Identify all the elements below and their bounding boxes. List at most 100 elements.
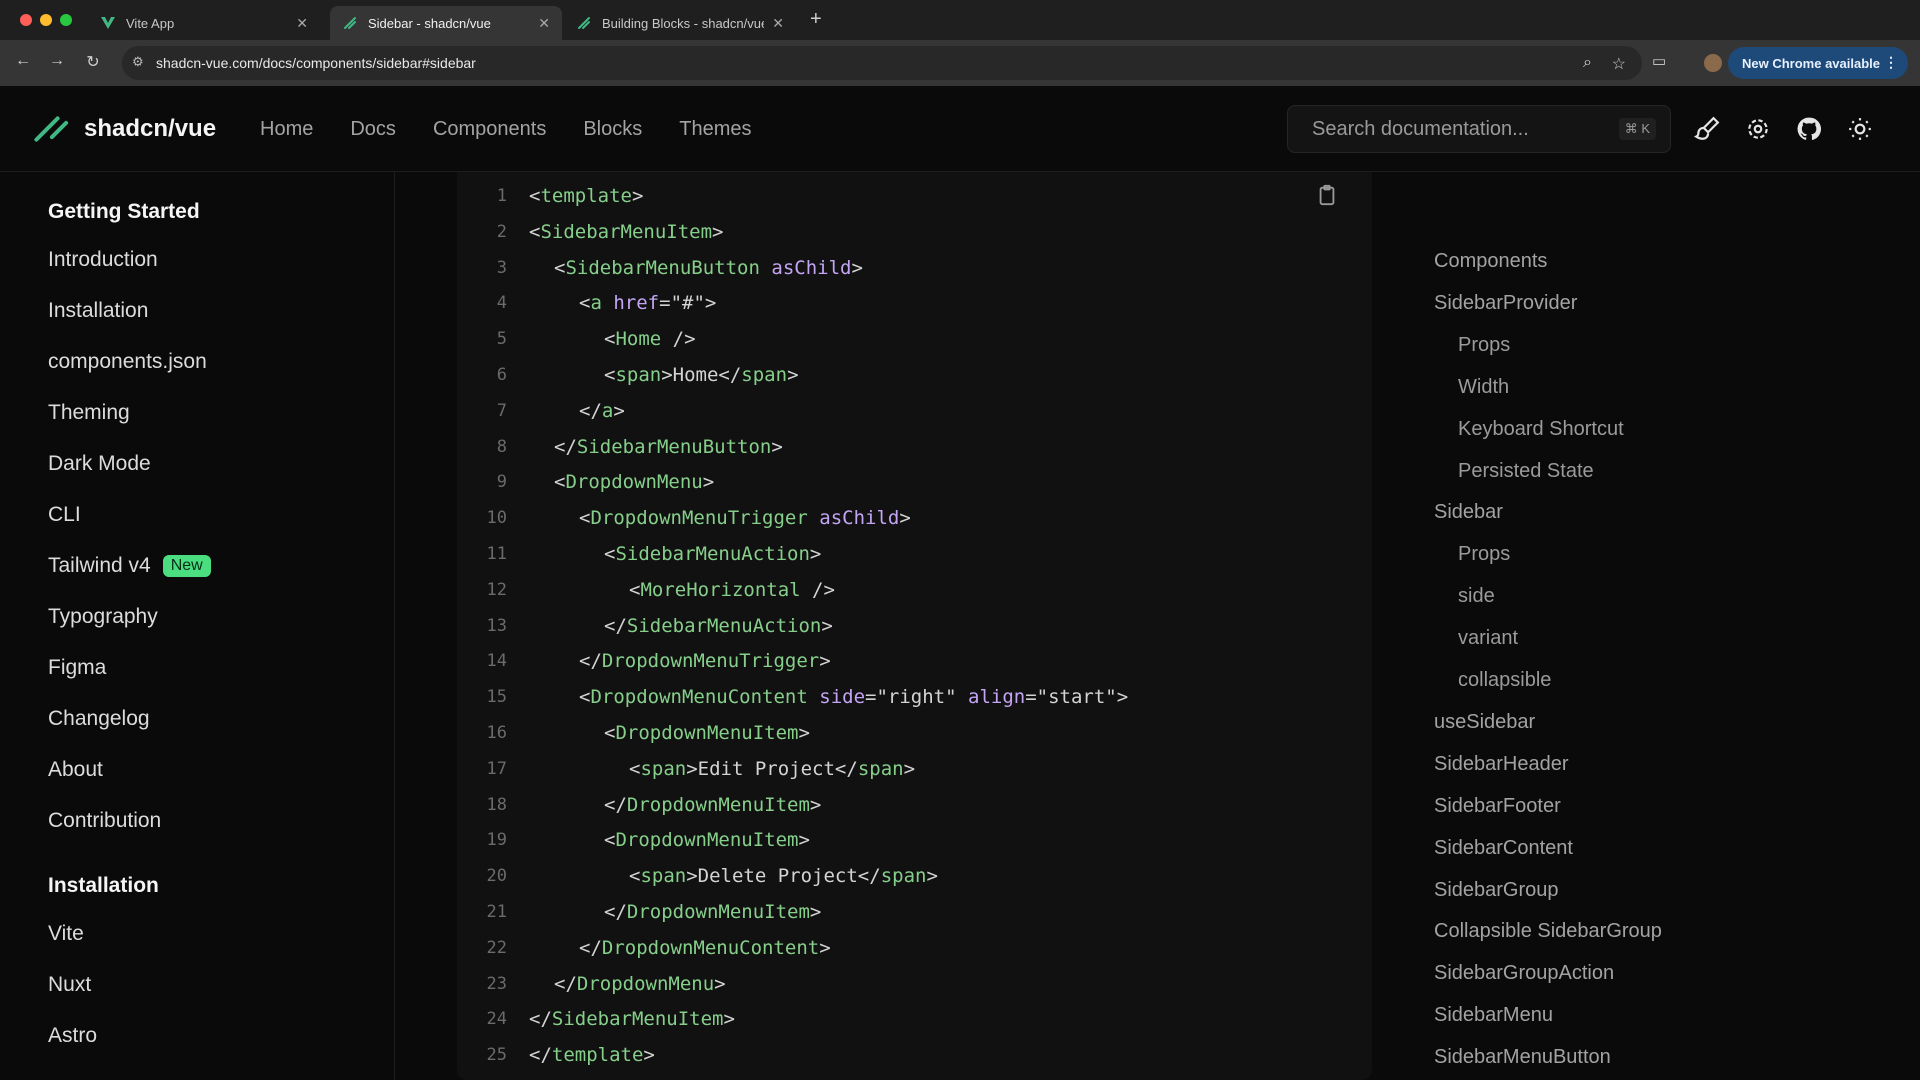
toc-item[interactable]: Props (1458, 334, 1510, 357)
nav-themes[interactable]: Themes (679, 118, 751, 141)
toc-item[interactable]: SidebarHeader (1434, 753, 1569, 776)
cast-icon[interactable]: ▭ (1652, 52, 1666, 70)
code-line: 2 <SidebarMenuItem> (457, 214, 724, 250)
logo-text: shadcn/vue (84, 115, 217, 142)
docs-sidebar: Getting Started Introduction Installatio… (0, 172, 395, 1080)
nav-blocks[interactable]: Blocks (583, 118, 642, 141)
toc-item[interactable]: Width (1458, 376, 1509, 399)
toc-item[interactable]: collapsible (1458, 669, 1551, 692)
code-token: SidebarMenuItem (551, 1008, 724, 1031)
address-bar[interactable]: ⚙ shadcn-vue.com/docs/components/sidebar… (122, 46, 1642, 80)
sidebar-item-about[interactable]: About (0, 744, 394, 795)
toc-item[interactable]: Collapsible SidebarGroup (1434, 920, 1662, 943)
update-chrome-label: New Chrome available (1742, 55, 1880, 71)
code-token: < (579, 292, 591, 315)
github-icon[interactable] (1796, 116, 1822, 142)
code-content: <SidebarMenuItem> (529, 221, 724, 243)
reload-icon[interactable]: ↻ (82, 52, 104, 72)
close-tab-icon[interactable]: ✕ (538, 15, 550, 32)
sidebar-item-dark-mode[interactable]: Dark Mode (0, 438, 394, 489)
code-token: SidebarMenuButton (576, 435, 772, 458)
code-token: a (601, 399, 614, 422)
code-token: > (613, 399, 625, 422)
toc-item[interactable]: SidebarProvider (1434, 292, 1577, 315)
code-content: </SidebarMenuAction> (529, 615, 833, 637)
site-info-icon[interactable]: ⚙ (132, 54, 144, 70)
update-chrome-button[interactable]: New Chrome available ⋮ (1728, 47, 1908, 79)
bookmark-star-icon[interactable]: ☆ (1612, 54, 1626, 74)
sidebar-item-theming[interactable]: Theming (0, 387, 394, 438)
sidebar-item-installation[interactable]: Installation (0, 285, 394, 336)
code-token: </ (604, 793, 627, 816)
code-token: DropdownMenuItem (615, 722, 799, 744)
code-line: 23 </DropdownMenu> (457, 966, 726, 1002)
toc-item[interactable]: SidebarContent (1434, 837, 1573, 860)
copy-clipboard-icon[interactable] (1316, 184, 1338, 206)
zoom-icon[interactable]: ⌕ (1583, 54, 1592, 72)
code-token: > (809, 793, 822, 816)
code-token: </ (579, 399, 602, 422)
minimize-window-button[interactable] (40, 14, 52, 26)
code-token: </ (604, 901, 627, 923)
line-number: 13 (486, 615, 507, 636)
toc-item[interactable]: Components (1434, 250, 1547, 273)
sidebar-item-introduction[interactable]: Introduction (0, 234, 394, 285)
code-token: DropdownMenuTrigger (590, 507, 808, 530)
toc-item[interactable]: Persisted State (1458, 460, 1594, 483)
close-tab-icon[interactable]: ✕ (772, 15, 784, 32)
toc-item[interactable]: Sidebar (1434, 501, 1503, 524)
sidebar-item-components-json[interactable]: components.json (0, 336, 394, 387)
toc-item[interactable]: variant (1458, 627, 1518, 650)
sidebar-item-astro[interactable]: Astro (0, 1010, 394, 1061)
close-tab-icon[interactable]: ✕ (296, 15, 308, 32)
toc-item[interactable]: Keyboard Shortcut (1458, 418, 1624, 441)
toc-item[interactable]: SidebarGroup (1434, 879, 1559, 902)
code-token: < (604, 722, 616, 744)
back-icon[interactable]: ← (12, 52, 34, 70)
toc-item[interactable]: SidebarMenu (1434, 1004, 1553, 1027)
code-content: </DropdownMenuItem> (529, 901, 821, 923)
sidebar-item-contribution[interactable]: Contribution (0, 795, 394, 846)
maximize-window-button[interactable] (60, 14, 72, 26)
code-content: </SidebarMenuButton> (529, 436, 783, 458)
code-token: > (809, 543, 822, 565)
code-token: DropdownMenuItem (626, 901, 810, 923)
new-tab-icon[interactable]: + (810, 8, 822, 31)
nav-home[interactable]: Home (260, 118, 313, 141)
code-content: <DropdownMenuItem> (529, 722, 810, 744)
sidebar-item-nuxt[interactable]: Nuxt (0, 959, 394, 1010)
toc-item[interactable]: SidebarMenuButton (1434, 1046, 1611, 1069)
toc-item[interactable]: SidebarGroupAction (1434, 962, 1614, 985)
browser-tab[interactable]: Vite App ✕ (88, 6, 320, 40)
close-window-button[interactable] (20, 14, 32, 26)
sidebar-item-tailwind-v4[interactable]: Tailwind v4 New (0, 540, 394, 591)
sun-icon[interactable] (1847, 116, 1873, 142)
code-token: </ (579, 936, 602, 959)
code-content: </template> (529, 1044, 655, 1066)
browser-tab[interactable]: Building Blocks - shadcn/vue ✕ (564, 6, 796, 40)
gear-icon[interactable] (1745, 116, 1771, 142)
profile-avatar[interactable] (1704, 54, 1722, 72)
toc-item[interactable]: side (1458, 585, 1495, 608)
paint-brush-icon[interactable] (1694, 116, 1720, 142)
browser-tab-active[interactable]: Sidebar - shadcn/vue ✕ (330, 6, 562, 40)
search-input[interactable]: Search documentation... ⌘ K (1287, 105, 1671, 153)
code-token: /> (661, 328, 696, 351)
sidebar-item-changelog[interactable]: Changelog (0, 693, 394, 744)
line-number: 18 (486, 794, 507, 815)
code-line: 6 <span>Home</span> (457, 357, 799, 393)
sidebar-item-figma[interactable]: Figma (0, 642, 394, 693)
nav-docs[interactable]: Docs (350, 118, 396, 141)
line-number: 7 (496, 400, 507, 421)
code-token: > (643, 1044, 655, 1067)
code-token: DropdownMenu (565, 471, 703, 494)
toc-item[interactable]: useSidebar (1434, 711, 1535, 734)
nav-components[interactable]: Components (433, 118, 546, 141)
sidebar-item-vite[interactable]: Vite (0, 908, 394, 959)
sidebar-item-cli[interactable]: CLI (0, 489, 394, 540)
logo-link[interactable]: shadcn/vue (33, 112, 217, 146)
sidebar-item-typography[interactable]: Typography (0, 591, 394, 642)
toc-item[interactable]: SidebarFooter (1434, 795, 1561, 818)
toc-item[interactable]: Props (1458, 543, 1510, 566)
forward-icon[interactable]: → (46, 52, 68, 70)
